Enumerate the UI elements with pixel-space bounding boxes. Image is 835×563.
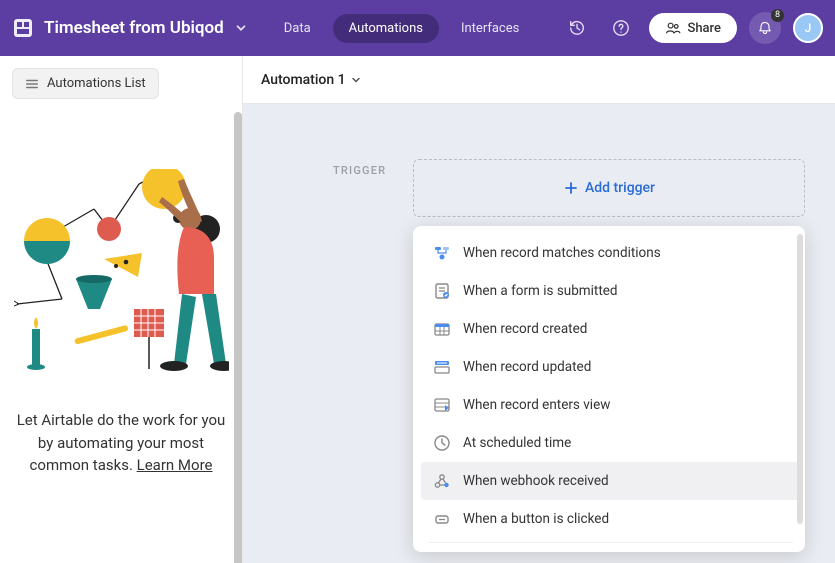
trigger-option-label: When a button is clicked — [463, 511, 609, 527]
automation-header[interactable]: Automation 1 — [243, 56, 835, 104]
learn-more-link[interactable]: Learn More — [137, 456, 213, 474]
chevron-down-icon — [350, 74, 362, 86]
trigger-option-label: When record created — [463, 321, 587, 337]
trigger-option-enters-view[interactable]: When record enters view — [421, 386, 801, 424]
chevron-down-icon[interactable] — [234, 21, 248, 35]
trigger-option-label: When record updated — [463, 359, 591, 375]
trigger-option-label: When webhook received — [463, 473, 609, 489]
app-logo-icon — [12, 17, 34, 39]
add-trigger-button[interactable]: Add trigger — [413, 159, 805, 217]
trigger-option-label: When record matches conditions — [463, 245, 661, 261]
main: Automation 1 TRIGGER Add trigger When re… — [243, 56, 835, 563]
automations-list-button[interactable]: Automations List — [12, 68, 159, 99]
trigger-option-webhook[interactable]: When webhook received — [421, 462, 801, 500]
automation-name: Automation 1 — [261, 72, 346, 88]
trigger-dropdown: When record matches conditions When a fo… — [413, 226, 805, 552]
form-submitted-icon — [433, 282, 451, 300]
record-created-icon — [433, 320, 451, 338]
help-icon[interactable] — [605, 12, 637, 44]
trigger-option-scheduled-time[interactable]: At scheduled time — [421, 424, 801, 462]
notifications-button[interactable]: 8 — [749, 12, 781, 44]
menu-icon — [25, 77, 39, 91]
record-updated-icon — [433, 358, 451, 376]
webhook-icon — [433, 472, 451, 490]
notifications-badge: 8 — [771, 9, 784, 22]
automations-list-label: Automations List — [47, 76, 146, 91]
trigger-section-label: TRIGGER — [333, 164, 386, 177]
trigger-option-form-submitted[interactable]: When a form is submitted — [421, 272, 801, 310]
topbar-right: Share 8 J — [561, 12, 823, 44]
people-icon — [665, 20, 681, 36]
trigger-option-label: When record enters view — [463, 397, 610, 413]
topbar: Timesheet from Ubiqod Data Automations I… — [0, 0, 835, 56]
share-button[interactable]: Share — [649, 13, 737, 43]
dropdown-divider — [429, 542, 793, 543]
share-label: Share — [687, 21, 721, 36]
trigger-option-match-conditions[interactable]: When record matches conditions — [421, 234, 801, 272]
topbar-left: Timesheet from Ubiqod — [12, 17, 248, 39]
bell-icon — [757, 20, 773, 36]
dropdown-scrollbar[interactable] — [797, 234, 803, 524]
nav-interfaces[interactable]: Interfaces — [445, 14, 535, 43]
add-trigger-label: Add trigger — [585, 180, 655, 196]
trigger-option-record-updated[interactable]: When record updated — [421, 348, 801, 386]
trigger-option-label: At scheduled time — [463, 435, 571, 451]
plus-icon — [563, 180, 579, 196]
automation-canvas: TRIGGER Add trigger When record matches … — [243, 104, 835, 563]
avatar[interactable]: J — [793, 13, 823, 43]
record-enters-view-icon — [433, 396, 451, 414]
trigger-option-label: When a form is submitted — [463, 283, 618, 299]
history-icon[interactable] — [561, 12, 593, 44]
button-clicked-icon — [433, 510, 451, 528]
trigger-option-record-created[interactable]: When record created — [421, 310, 801, 348]
scheduled-time-icon — [433, 434, 451, 452]
nav-automations[interactable]: Automations — [333, 14, 439, 43]
sidebar: Automations List — [0, 56, 243, 563]
match-conditions-icon — [433, 244, 451, 262]
sidebar-illustration — [14, 169, 229, 379]
nav-data[interactable]: Data — [268, 14, 327, 43]
topbar-nav: Data Automations Interfaces — [268, 14, 536, 43]
sidebar-promo: Let Airtable do the work for you by auto… — [12, 409, 230, 477]
sidebar-scrollbar[interactable] — [234, 112, 242, 563]
trigger-option-button-clicked[interactable]: When a button is clicked — [421, 500, 801, 538]
app-title[interactable]: Timesheet from Ubiqod — [44, 18, 224, 38]
